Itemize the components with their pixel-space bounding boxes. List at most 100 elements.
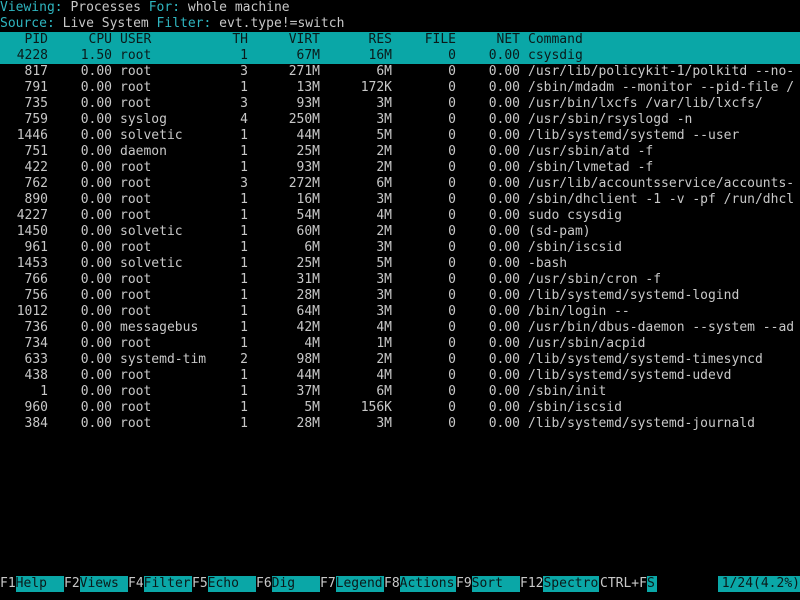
file-cell: 0 [448, 224, 456, 239]
threads-cell: 1 [240, 304, 248, 319]
file-cell: 0 [448, 256, 456, 271]
pid-cell: 762 [24, 176, 48, 191]
file-cell: 0 [448, 112, 456, 127]
virt-cell: 13M [296, 80, 320, 95]
table-row[interactable]: 766 0.00 root 1 31M 3M 0 0.00 /usr/sbin/… [0, 272, 800, 288]
table-row[interactable]: 438 0.00 root 1 44M 4M 0 0.00 /lib/syste… [0, 368, 800, 384]
f2-views-key[interactable]: F2Views [64, 576, 128, 592]
user-cell: root [120, 336, 152, 351]
column-header-net[interactable]: NET [464, 32, 520, 48]
table-row[interactable]: 756 0.00 root 1 28M 3M 0 0.00 /lib/syste… [0, 288, 800, 304]
pid-cell: 890 [24, 192, 48, 207]
file-cell: 0 [448, 64, 456, 79]
table-row[interactable]: 817 0.00 root 3 271M 6M 0 0.00 /usr/lib/… [0, 64, 800, 80]
table-row[interactable]: 1012 0.00 root 1 64M 3M 0 0.00 /bin/logi… [0, 304, 800, 320]
table-row[interactable]: 4227 0.00 root 1 54M 4M 0 0.00 sudo csys… [0, 208, 800, 224]
for-value: whole machine [187, 0, 290, 15]
table-row[interactable]: 735 0.00 root 3 93M 3M 0 0.00 /usr/bin/l… [0, 96, 800, 112]
status-source-line: Source: Live System Filter: evt.type!=sw… [0, 16, 344, 32]
table-row[interactable]: 759 0.00 syslog 4 250M 3M 0 0.00 /usr/sb… [0, 112, 800, 128]
cpu-cell: 0.00 [80, 416, 112, 431]
cpu-cell: 0.00 [80, 352, 112, 367]
cpu-cell: 0.00 [80, 384, 112, 399]
net-cell: 0.00 [488, 80, 520, 95]
threads-cell: 1 [240, 384, 248, 399]
column-header-res[interactable]: RES [328, 32, 392, 48]
file-cell: 0 [448, 416, 456, 431]
table-row[interactable]: 762 0.00 root 3 272M 6M 0 0.00 /usr/lib/… [0, 176, 800, 192]
net-cell: 0.00 [488, 160, 520, 175]
column-header-pid[interactable]: PID [0, 32, 48, 48]
f12-spectro-key[interactable]: F12Spectro [520, 576, 600, 592]
virt-cell: 42M [296, 320, 320, 335]
table-row[interactable]: 1450 0.00 solvetic 1 60M 2M 0 0.00 (sd-p… [0, 224, 800, 240]
pid-cell: 384 [24, 416, 48, 431]
column-header-cpu[interactable]: CPU [56, 32, 112, 48]
cpu-cell: 0.00 [80, 160, 112, 175]
f8-actions-key[interactable]: F8Actions [384, 576, 456, 592]
column-header-file[interactable]: FILE [400, 32, 456, 48]
table-row[interactable]: 4228 1.50 root 1 67M 16M 0 0.00 csysdig [0, 48, 800, 64]
table-row[interactable]: 890 0.00 root 1 16M 3M 0 0.00 /sbin/dhcl… [0, 192, 800, 208]
res-cell: 5M [376, 256, 392, 271]
file-cell: 0 [448, 320, 456, 335]
f7-legend-key[interactable]: F7Legend [320, 576, 384, 592]
table-row[interactable]: 961 0.00 root 1 6M 3M 0 0.00 /sbin/iscsi… [0, 240, 800, 256]
column-header-virt[interactable]: VIRT [256, 32, 320, 48]
table-row[interactable]: 1446 0.00 solvetic 1 44M 5M 0 0.00 /lib/… [0, 128, 800, 144]
virt-cell: 6M [304, 240, 320, 255]
net-cell: 0.00 [488, 384, 520, 399]
res-cell: 6M [376, 64, 392, 79]
command-cell: csysdig [528, 48, 583, 63]
res-cell: 2M [376, 144, 392, 159]
pid-cell: 736 [24, 320, 48, 335]
f1-help-key[interactable]: F1Help [0, 576, 64, 592]
table-row[interactable]: 384 0.00 root 1 28M 3M 0 0.00 /lib/syste… [0, 416, 800, 432]
filter-value: evt.type!=switch [219, 16, 345, 31]
pid-cell: 756 [24, 288, 48, 303]
f5-echo-key[interactable]: F5Echo [192, 576, 256, 592]
column-header-command[interactable]: Command [528, 32, 800, 48]
virt-cell: 60M [296, 224, 320, 239]
f4-filter-key[interactable]: F4Filter [128, 576, 192, 592]
cpu-cell: 0.00 [80, 288, 112, 303]
column-header-th[interactable]: TH [224, 32, 248, 48]
table-row[interactable]: 734 0.00 root 1 4M 1M 0 0.00 /usr/sbin/a… [0, 336, 800, 352]
table-row[interactable]: 1453 0.00 solvetic 1 25M 5M 0 0.00 -bash [0, 256, 800, 272]
file-cell: 0 [448, 208, 456, 223]
table-row[interactable]: 422 0.00 root 1 93M 2M 0 0.00 /sbin/lvme… [0, 160, 800, 176]
table-row[interactable]: 633 0.00 systemd-tim 2 98M 2M 0 0.00 /li… [0, 352, 800, 368]
virt-cell: 54M [296, 208, 320, 223]
net-cell: 0.00 [488, 240, 520, 255]
pid-cell: 438 [24, 368, 48, 383]
table-row[interactable]: 736 0.00 messagebus 1 42M 4M 0 0.00 /usr… [0, 320, 800, 336]
user-cell: solvetic [120, 128, 183, 143]
filter-label: Filter: [156, 16, 212, 31]
f6-dig-key[interactable]: F6Dig [256, 576, 320, 592]
cpu-cell: 0.00 [80, 336, 112, 351]
user-cell: systemd-tim [120, 352, 207, 367]
table-row[interactable]: 960 0.00 root 1 5M 156K 0 0.00 /sbin/isc… [0, 400, 800, 416]
table-row[interactable]: 751 0.00 daemon 1 25M 2M 0 0.00 /usr/sbi… [0, 144, 800, 160]
net-cell: 0.00 [488, 96, 520, 111]
f9-sort-key[interactable]: F9Sort [456, 576, 520, 592]
pid-cell: 633 [24, 352, 48, 367]
command-cell: /lib/systemd/systemd-logind [528, 288, 740, 303]
command-cell: /usr/lib/policykit-1/polkitd --no- [528, 64, 795, 79]
table-row[interactable]: 1 0.00 root 1 37M 6M 0 0.00 /sbin/init [0, 384, 800, 400]
user-cell: root [120, 48, 152, 63]
net-cell: 0.00 [488, 144, 520, 159]
user-cell: syslog [120, 112, 167, 127]
user-cell: root [120, 176, 152, 191]
threads-cell: 3 [240, 176, 248, 191]
threads-cell: 1 [240, 320, 248, 335]
ctrl-f-search-key[interactable]: CTRL+FS [600, 576, 657, 592]
column-header-user[interactable]: USER [120, 32, 220, 48]
user-cell: root [120, 80, 152, 95]
threads-cell: 1 [240, 160, 248, 175]
command-cell: /usr/bin/lxcfs /var/lib/lxcfs/ [528, 96, 763, 111]
pid-cell: 4228 [16, 48, 48, 63]
table-row[interactable]: 791 0.00 root 1 13M 172K 0 0.00 /sbin/md… [0, 80, 800, 96]
threads-cell: 1 [240, 80, 248, 95]
command-cell: /sbin/lvmetad -f [528, 160, 654, 175]
